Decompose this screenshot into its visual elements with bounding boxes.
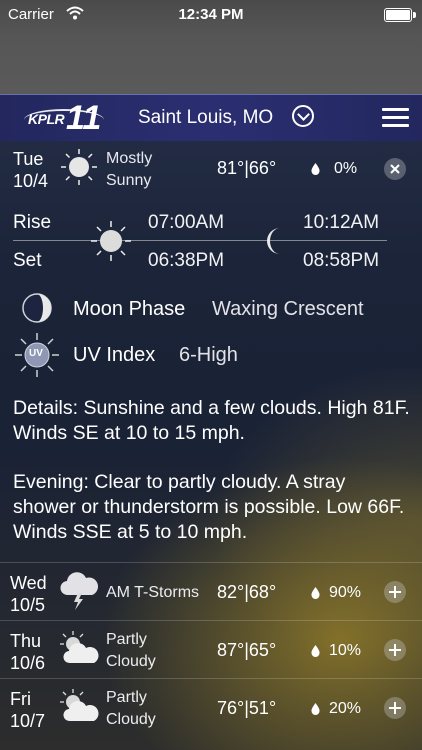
- forecast-row-fri[interactable]: Fri 10/7 Partly Cloudy 76°|51° 20%: [0, 678, 422, 737]
- sunrise-time: 07:00AM: [148, 212, 225, 233]
- partly-cloudy-icon: [56, 629, 102, 676]
- thunderstorm-icon: [58, 569, 100, 616]
- raindrop-icon: [311, 587, 320, 599]
- station-logo[interactable]: KPLR 11: [22, 99, 112, 137]
- rise-label: Rise: [13, 212, 52, 233]
- chevron-down-icon[interactable]: [292, 105, 314, 127]
- forecast-row-wed[interactable]: Wed 10/5 AM T-Storms 82°|68° 90%: [0, 562, 422, 621]
- logo-text: KPLR: [28, 111, 65, 127]
- forecast-day: Wed 10/5: [10, 573, 47, 615]
- expand-plus-icon[interactable]: [384, 697, 406, 719]
- expand-plus-icon[interactable]: [384, 639, 406, 661]
- horizon-line: [13, 240, 387, 241]
- app-header: KPLR 11 Saint Louis, MO: [0, 94, 422, 141]
- expand-plus-icon[interactable]: [384, 581, 406, 603]
- moonset-time: 08:58PM: [303, 250, 380, 271]
- uv-icon-text: UV: [29, 348, 43, 359]
- forecast-temps: 82°|68°: [217, 582, 277, 602]
- moon-phase-label: Moon Phase: [73, 298, 186, 320]
- today-temps: 81°|66°: [217, 158, 277, 178]
- sunrise-icon: [90, 220, 132, 267]
- forecast-precip: 90%: [329, 584, 362, 601]
- uv-index-value: 6-High: [179, 344, 238, 366]
- forecast-row-thu[interactable]: Thu 10/6 Partly Cloudy 87°|65° 10%: [0, 620, 422, 679]
- battery-fill: [386, 10, 410, 20]
- status-time: 12:34 PM: [178, 6, 244, 23]
- location-selector[interactable]: Saint Louis, MO: [138, 107, 273, 129]
- uv-index-label: UV Index: [73, 344, 156, 366]
- forecast-day: Fri 10/7: [10, 689, 46, 731]
- moon-phase-value: Waxing Crescent: [212, 298, 364, 320]
- raindrop-icon: [311, 163, 320, 175]
- details-text: Details: Sunshine and a few clouds. High…: [13, 397, 410, 444]
- evening-text: Evening: Clear to partly cloudy. A stray…: [13, 471, 405, 543]
- forecast-temps: 87°|65°: [217, 640, 277, 660]
- sunset-time: 06:38PM: [148, 250, 225, 271]
- forecast-condition: AM T-Storms: [106, 584, 200, 601]
- status-bar: Carrier 12:34 PM: [0, 0, 422, 30]
- uv-index-icon: UV: [14, 332, 60, 383]
- close-icon[interactable]: [384, 158, 406, 180]
- today-row[interactable]: Tue 10/4 Mostly Sunny 81°|66° 0%: [0, 142, 422, 197]
- forecast-condition: Partly Cloudy: [106, 631, 156, 670]
- today-condition: Mostly Sunny: [106, 150, 153, 189]
- moon-phase-icon: [22, 293, 52, 328]
- raindrop-icon: [311, 645, 320, 657]
- forecast-condition: Partly Cloudy: [106, 689, 156, 728]
- forecast-day: Thu 10/6: [10, 631, 46, 673]
- partly-cloudy-icon: [56, 687, 102, 734]
- battery-icon: [384, 8, 416, 22]
- moonrise-time: 10:12AM: [303, 212, 380, 233]
- logo-number: 11: [66, 99, 102, 137]
- moon-icon: [262, 226, 288, 261]
- forecast-precip: 10%: [329, 642, 362, 659]
- today-day: Tue 10/4: [13, 149, 49, 191]
- raindrop-icon: [311, 703, 320, 715]
- hamburger-menu-icon[interactable]: [382, 108, 409, 128]
- set-label: Set: [13, 250, 42, 271]
- forecast-temps: 76°|51°: [217, 698, 277, 718]
- forecast-precip: 20%: [329, 700, 362, 717]
- mostly-sunny-icon: [60, 148, 98, 191]
- today-precip: 0%: [334, 160, 358, 177]
